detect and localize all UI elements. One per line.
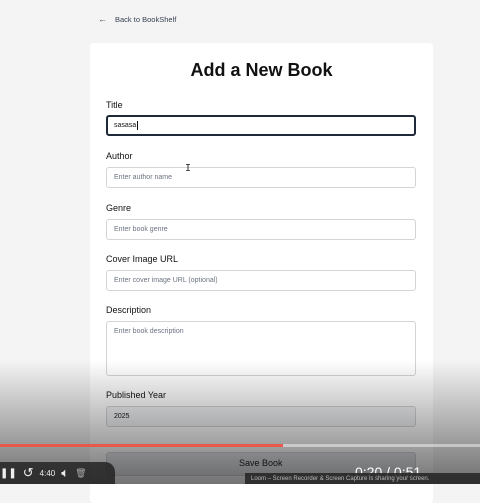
elapsed-time: 4:40 <box>39 468 56 478</box>
genre-placeholder: Enter book genre <box>114 226 168 233</box>
description-label: Description <box>106 305 152 315</box>
back-link[interactable]: ← Back to BookShelf <box>98 14 177 25</box>
video-progress-bar[interactable] <box>0 444 480 447</box>
title-label: Title <box>106 100 123 110</box>
genre-input[interactable]: Enter book genre <box>106 219 416 240</box>
text-caret <box>137 121 139 130</box>
cover-url-input[interactable]: Enter cover image URL (optional) <box>106 270 416 291</box>
author-placeholder: Enter author name <box>114 174 172 181</box>
page-title: Add a New Book <box>190 60 333 80</box>
arrow-left-icon: ← <box>98 14 107 24</box>
back-link-label: Back to BookShelf <box>115 15 177 24</box>
rewind-5-icon[interactable]: ↺ <box>23 465 34 481</box>
published-year-label: Published Year <box>106 390 167 400</box>
volume-icon[interactable]: 🔈︎ <box>61 465 69 481</box>
screen-share-banner: Loom – Screen Recorder & Screen Capture … <box>245 473 480 484</box>
published-year-input[interactable]: 2025 <box>106 406 416 427</box>
video-progress-fill <box>0 444 284 447</box>
title-input[interactable]: sasasa <box>106 115 416 136</box>
text-cursor-icon: I <box>185 163 192 174</box>
description-placeholder: Enter book description <box>114 328 184 335</box>
cover-url-placeholder: Enter cover image URL (optional) <box>114 277 218 284</box>
add-book-form: Add a New Book Title sasasa Author Enter… <box>90 43 433 503</box>
author-label: Author <box>106 151 133 161</box>
genre-label: Genre <box>106 203 132 213</box>
pause-icon[interactable]: ❚❚ <box>0 468 17 479</box>
author-input[interactable]: Enter author name <box>106 167 416 188</box>
save-book-label: Save Book <box>239 458 283 468</box>
description-textarea[interactable]: Enter book description <box>106 321 416 376</box>
trash-icon[interactable]: 🗑︎ <box>75 468 86 479</box>
player-controls: ❚❚ ↺ 4:40 🔈︎ 🗑︎ <box>0 462 115 484</box>
cover-url-label: Cover Image URL <box>106 254 179 264</box>
published-year-value: 2025 <box>114 413 130 420</box>
screen-share-text: Loom – Screen Recorder & Screen Capture … <box>251 475 430 482</box>
title-input-value: sasasa <box>114 122 137 129</box>
